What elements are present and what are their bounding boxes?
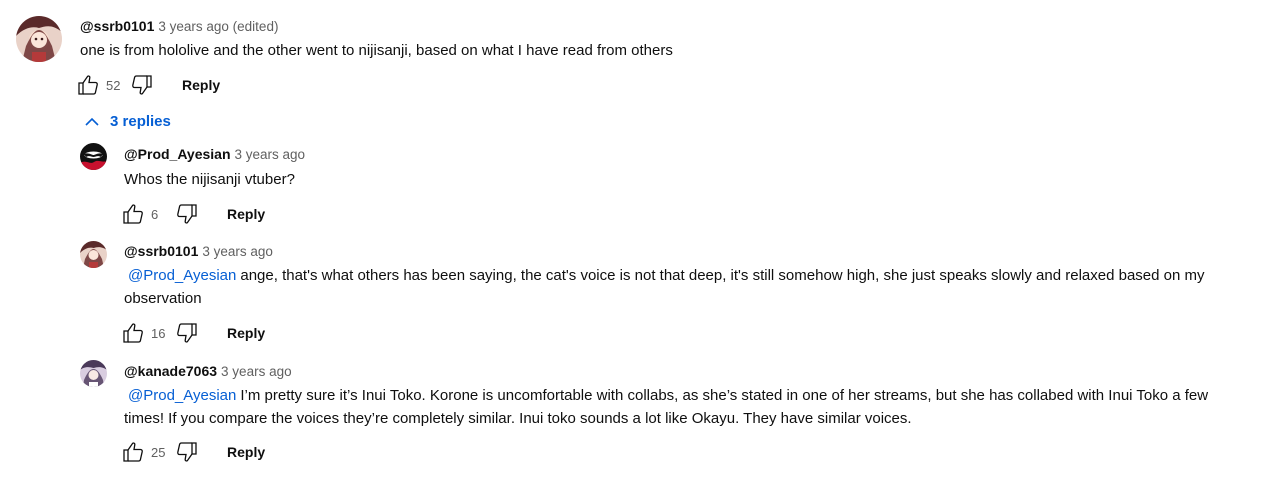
anime-girl-avatar-icon[interactable] (80, 360, 107, 387)
reply-actions: 16 Reply (121, 321, 265, 345)
thumbs-up-icon (78, 75, 98, 95)
reply-timestamp[interactable]: 3 years ago (221, 364, 292, 379)
reply-actions: 6 Reply (121, 202, 265, 226)
thumbs-down-icon (132, 75, 152, 95)
thumbs-up-icon (123, 323, 143, 343)
replies-count-label: 3 replies (110, 113, 171, 130)
mention-link[interactable]: @Prod_Ayesian (124, 387, 236, 404)
anime-avatar-icon[interactable] (80, 241, 107, 268)
reply-text-content: ange, that's what others has been saying… (124, 267, 1205, 307)
reply-text: Whos the nijisanji vtuber? (124, 171, 295, 188)
like-count: 16 (151, 325, 166, 341)
red-black-avatar-icon[interactable] (80, 143, 107, 170)
chevron-up-icon (85, 117, 99, 126)
comment-author: @ssrb0101 3 years ago (edited) (80, 17, 278, 36)
reply-button[interactable]: Reply (227, 444, 265, 460)
reply-button[interactable]: Reply (227, 206, 265, 222)
thumbs-down-icon (177, 442, 197, 462)
author-name[interactable]: @Prod_Ayesian (124, 146, 231, 162)
like-count: 52 (106, 77, 121, 93)
reply-author: @kanade7063 3 years ago (124, 362, 292, 381)
author-name[interactable]: @ssrb0101 (80, 18, 154, 34)
replies-toggle-button[interactable]: 3 replies (84, 113, 171, 130)
like-count: 25 (151, 444, 166, 460)
dislike-button[interactable] (175, 440, 199, 464)
comment-timestamp[interactable]: 3 years ago (edited) (158, 19, 278, 34)
author-name[interactable]: @kanade7063 (124, 363, 217, 379)
reply-author: @Prod_Ayesian 3 years ago (124, 145, 305, 164)
reply-author: @ssrb0101 3 years ago (124, 242, 273, 261)
comment-actions: 52 Reply (76, 73, 220, 97)
like-button[interactable] (121, 202, 145, 226)
comment-text: one is from hololive and the other went … (80, 42, 673, 59)
dislike-button[interactable] (130, 73, 154, 97)
anime-avatar-icon[interactable] (16, 16, 62, 62)
thumbs-down-icon (177, 323, 197, 343)
like-button[interactable] (121, 321, 145, 345)
reply-actions: 25 Reply (121, 440, 265, 464)
thumbs-up-icon (123, 442, 143, 462)
mention-link[interactable]: @Prod_Ayesian (124, 267, 236, 284)
like-count: 6 (151, 206, 159, 222)
reply-timestamp[interactable]: 3 years ago (202, 244, 273, 259)
thumbs-up-icon (123, 204, 143, 224)
reply-text: @Prod_Ayesian ange, that's what others ha… (124, 264, 1224, 310)
author-name[interactable]: @ssrb0101 (124, 243, 198, 259)
reply-text: @Prod_Ayesian I’m pretty sure it’s Inui T… (124, 384, 1234, 430)
like-button[interactable] (121, 440, 145, 464)
thumbs-down-icon (177, 204, 197, 224)
reply-timestamp[interactable]: 3 years ago (235, 147, 306, 162)
dislike-button[interactable] (175, 202, 199, 226)
like-button[interactable] (76, 73, 100, 97)
reply-button[interactable]: Reply (182, 77, 220, 93)
reply-text-content: I’m pretty sure it’s Inui Toko. Korone i… (124, 387, 1209, 427)
reply-button[interactable]: Reply (227, 325, 265, 341)
dislike-button[interactable] (175, 321, 199, 345)
